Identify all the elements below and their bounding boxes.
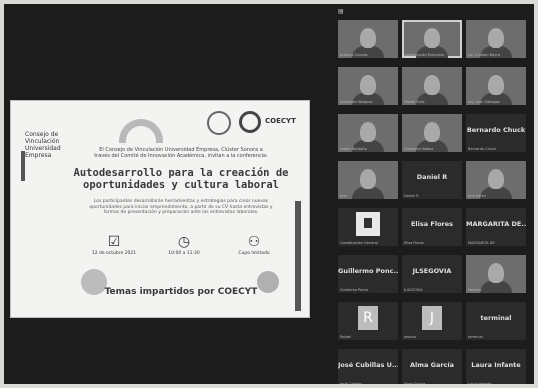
meeting-window: Consejo de Vinculación Universidad Empre… <box>4 4 534 384</box>
participant-name: Laura Infante <box>471 361 521 369</box>
participant-label: Bernardo Chuck <box>468 147 496 151</box>
participant-label: Lic. Cristian Neyra <box>468 53 500 57</box>
participant-tile[interactable]: MARGARITA DE... MARGARITA DE <box>466 208 526 246</box>
participant-name: Alma García <box>409 361 455 369</box>
participant-video <box>424 122 440 142</box>
shared-screen-area: Consejo de Vinculación Universidad Empre… <box>4 4 334 384</box>
participant-tile[interactable]: Laura Infante Laura Infante <box>466 349 526 384</box>
participant-name: Daniel R <box>416 173 448 181</box>
participant-label: Guillermo Ponce <box>340 288 369 292</box>
slide-intro: El Consejo de Vinculación Universidad Em… <box>94 147 268 159</box>
participant-label: Isabel Montaño <box>340 147 367 151</box>
participant-tile[interactable]: Bernardo Chuck Bernardo Chuck <box>466 114 526 152</box>
participant-video <box>424 75 440 95</box>
participant-tile[interactable]: JLSEGOVIA JLSEGOVIA <box>402 255 462 293</box>
participant-tile[interactable]: Antonio Cuevas <box>338 20 398 58</box>
participant-tile[interactable]: Lic. Cristian Neyra <box>466 20 526 58</box>
participant-video <box>424 28 440 48</box>
participant-tile[interactable]: Elisa Flores Elisa Flores <box>402 208 462 246</box>
participant-name: JLSEGOVIA <box>412 267 452 275</box>
shared-presentation-slide: Consejo de Vinculación Universidad Empre… <box>10 100 310 318</box>
participant-label: terminal <box>468 335 483 339</box>
event-date-text: 12 de octubre 2021 <box>91 251 137 256</box>
event-capacity: ⚇ Cupo limitado <box>229 233 279 256</box>
participant-label: MARGARITA DE <box>468 241 495 245</box>
slide-description: Los participantes desarrollarán herramie… <box>89 199 273 215</box>
participant-avatar: R <box>358 306 378 330</box>
participant-logo <box>356 212 380 236</box>
participant-video <box>488 28 504 48</box>
participant-tile[interactable]: Daniel R Daniel R <box>402 161 462 199</box>
participant-tile[interactable]: Daniel Ortiz <box>402 67 462 105</box>
calendar-icon: ☑ <box>107 234 121 250</box>
participant-tile[interactable]: Alejandra Vázquez <box>338 67 398 105</box>
coecyt-logo: COECYT <box>265 117 296 125</box>
participant-tile[interactable]: Ana <box>338 161 398 199</box>
university-logo-text: Consejo de Vinculación Universidad Empre… <box>25 131 61 159</box>
participant-name: Elisa Flores <box>410 220 454 228</box>
slide-footer: Temas impartidos por COECYT <box>104 287 258 297</box>
participant-name: Guillermo Ponc... <box>338 267 398 275</box>
participant-avatar: J <box>422 306 442 330</box>
participant-tile[interactable]: Ana Karen <box>466 161 526 199</box>
slide-title: Autodesarrollo para la creación de oport… <box>73 167 289 191</box>
participant-label: Ana <box>340 194 347 198</box>
participant-tile[interactable]: José Cubillas U... José Cubillas <box>338 349 398 384</box>
participant-tile[interactable]: Ing. Juan Gallegos <box>466 67 526 105</box>
participant-label: Jessica <box>404 335 416 339</box>
participant-tile[interactable]: Alma García Alma García <box>402 349 462 384</box>
participant-tile[interactable]: J Jessica <box>402 302 462 340</box>
participant-label: Coordinación General <box>340 241 378 245</box>
event-date: ☑ 12 de octubre 2021 <box>89 233 139 256</box>
participant-label: Antonio Cuevas <box>340 53 368 57</box>
participant-label: Daniel R <box>404 194 419 198</box>
participant-label: Alejandra Vázquez <box>340 100 373 104</box>
participant-label: Horacio <box>468 288 482 292</box>
event-time: ◷ 10:00 a 11:30 <box>159 233 209 256</box>
slide-decoration <box>295 201 301 311</box>
participant-label: Coordinación Ejecutiva <box>404 53 445 57</box>
slide-decoration <box>119 119 163 143</box>
participant-label: Daniel Ortiz <box>404 100 425 104</box>
participant-label: José Cubillas <box>340 382 363 384</box>
gear-logo <box>239 111 261 133</box>
event-time-text: 10:00 a 11:30 <box>168 251 200 256</box>
participant-label: JLSEGOVIA <box>404 288 423 292</box>
participant-label: Laura Infante <box>468 382 492 384</box>
participant-video <box>360 122 376 142</box>
participant-name: José Cubillas U... <box>338 361 398 369</box>
participant-tile[interactable]: Coordinación Ejecutiva <box>402 20 462 58</box>
participant-label: Rafael <box>340 335 352 339</box>
participant-video <box>488 263 504 283</box>
participant-name: MARGARITA DE... <box>466 220 526 228</box>
participant-gallery: ▤ Antonio Cuevas Coordinación Ejecutiva Li… <box>338 8 534 384</box>
participant-tile[interactable]: Horacio <box>466 255 526 293</box>
participant-video <box>488 169 504 189</box>
participant-tile[interactable]: Isabel Montaño <box>338 114 398 152</box>
participant-video <box>360 75 376 95</box>
participant-label: Elisa Flores <box>404 241 424 245</box>
participant-label: Giovanna Valdez <box>404 147 434 151</box>
participant-video <box>488 75 504 95</box>
participant-tile[interactable]: terminal terminal <box>466 302 526 340</box>
gallery-view-menu[interactable]: ▤ <box>338 8 354 18</box>
participant-tile[interactable]: Guillermo Ponc... Guillermo Ponce <box>338 255 398 293</box>
participant-label: Alma García <box>404 382 426 384</box>
participant-video <box>360 169 376 189</box>
participant-label: Ana Karen <box>468 194 486 198</box>
participant-tile[interactable]: R Rafael <box>338 302 398 340</box>
participant-label: Ing. Juan Gallegos <box>468 100 500 104</box>
participant-name: Bernardo Chuck <box>466 126 526 134</box>
people-icon: ⚇ <box>247 234 261 250</box>
participant-name: terminal <box>480 314 512 322</box>
emblem-logo <box>207 111 231 135</box>
event-info-row: ☑ 12 de octubre 2021 ◷ 10:00 a 11:30 ⚇ C… <box>89 233 279 256</box>
participant-tile[interactable]: Coordinación General <box>338 208 398 246</box>
participant-tile[interactable]: Giovanna Valdez <box>402 114 462 152</box>
clock-icon: ◷ <box>177 234 191 250</box>
participant-video <box>360 28 376 48</box>
event-capacity-text: Cupo limitado <box>238 251 270 256</box>
